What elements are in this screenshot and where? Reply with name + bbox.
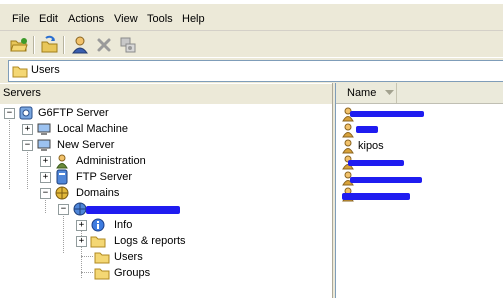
tree-node-logs[interactable]: + Logs & reports bbox=[76, 233, 216, 249]
tree-connector bbox=[63, 213, 64, 253]
toolbar bbox=[0, 30, 503, 58]
tree-label: Info bbox=[114, 219, 133, 231]
tree-node-info[interactable]: + Info bbox=[76, 217, 216, 233]
tree-label: Administration bbox=[76, 155, 146, 167]
menu-actions[interactable]: Actions bbox=[65, 12, 107, 26]
user-icon bbox=[342, 123, 354, 138]
tree-connector bbox=[27, 149, 28, 189]
tree-node-local-machine[interactable]: + Local Machine bbox=[22, 121, 162, 137]
toolbar-separator bbox=[63, 36, 65, 54]
tree-label: Groups bbox=[114, 267, 151, 279]
list-item[interactable] bbox=[340, 186, 500, 202]
user-icon bbox=[72, 36, 88, 54]
properties-button[interactable] bbox=[117, 35, 139, 55]
tree-node-domains[interactable]: − Domains bbox=[40, 185, 180, 201]
servers-pane-header: Servers bbox=[0, 83, 332, 105]
tree-label: Domains bbox=[76, 187, 120, 199]
menu-edit[interactable]: Edit bbox=[36, 12, 61, 26]
menu-view[interactable]: View bbox=[111, 12, 141, 26]
info-icon bbox=[91, 218, 105, 232]
server-tree: − G6FTP Server + Local Machine − New Ser… bbox=[0, 104, 332, 298]
expand-toggle[interactable]: + bbox=[22, 124, 33, 135]
folder-icon bbox=[12, 66, 28, 78]
menu-file[interactable]: File bbox=[9, 12, 33, 26]
menu-tools[interactable]: Tools bbox=[144, 12, 176, 26]
folder-open-icon bbox=[94, 252, 110, 264]
admin-icon bbox=[56, 154, 68, 169]
redaction-scribble bbox=[350, 111, 424, 117]
list-column-header: Name bbox=[336, 83, 503, 104]
list-item[interactable] bbox=[340, 170, 500, 186]
tree-connector bbox=[9, 117, 10, 189]
refresh-button[interactable] bbox=[38, 35, 60, 55]
collapse-toggle[interactable]: − bbox=[4, 108, 15, 119]
tree-label: New Server bbox=[57, 139, 115, 151]
toolbar-separator bbox=[33, 36, 35, 54]
tree-label: Local Machine bbox=[57, 123, 128, 135]
tree-node-domain-redacted[interactable]: − bbox=[58, 201, 198, 217]
list-item[interactable] bbox=[340, 154, 500, 170]
tree-node-root[interactable]: − G6FTP Server bbox=[4, 105, 144, 121]
list-item[interactable]: kipos bbox=[340, 138, 500, 154]
window-top-strip bbox=[0, 0, 503, 4]
redaction-scribble bbox=[86, 206, 180, 214]
menu-bar: File Edit Actions View Tools Help bbox=[0, 6, 503, 30]
user-name: kipos bbox=[358, 140, 384, 152]
tree-node-ftp-server[interactable]: + FTP Server bbox=[40, 169, 180, 185]
open-folder-button[interactable] bbox=[8, 35, 30, 55]
collapse-toggle[interactable]: − bbox=[58, 204, 69, 215]
tree-connector bbox=[81, 256, 93, 257]
user-icon bbox=[342, 139, 354, 154]
menu-help[interactable]: Help bbox=[179, 12, 208, 26]
address-field[interactable]: Users bbox=[8, 60, 503, 82]
redaction-scribble bbox=[350, 177, 422, 183]
delete-button[interactable] bbox=[93, 35, 115, 55]
folder-open-icon bbox=[10, 38, 28, 52]
list-item[interactable] bbox=[340, 122, 500, 138]
redaction-scribble bbox=[348, 160, 404, 166]
collapse-toggle[interactable]: − bbox=[40, 188, 51, 199]
tree-label: G6FTP Server bbox=[38, 107, 109, 119]
list-item[interactable] bbox=[340, 106, 500, 122]
redaction-scribble bbox=[342, 193, 410, 200]
address-path: Users bbox=[31, 64, 60, 76]
computer-icon bbox=[37, 139, 51, 151]
address-bar: Users bbox=[0, 57, 503, 83]
folder-icon bbox=[94, 268, 110, 280]
folder-icon bbox=[90, 236, 106, 248]
expand-toggle[interactable]: + bbox=[76, 220, 87, 231]
tree-label: FTP Server bbox=[76, 171, 133, 183]
collapse-toggle[interactable]: − bbox=[22, 140, 33, 151]
server-icon bbox=[19, 106, 33, 120]
refresh-folder-icon bbox=[41, 35, 58, 53]
expand-toggle[interactable]: + bbox=[76, 236, 87, 247]
users-list-pane: Name kipos bbox=[335, 83, 503, 298]
servers-pane-title: Servers bbox=[3, 87, 41, 99]
tree-label: Users bbox=[114, 251, 143, 263]
expand-toggle[interactable]: + bbox=[40, 156, 51, 167]
ftp-server-icon bbox=[56, 169, 68, 185]
tree-label: Logs & reports bbox=[114, 235, 186, 247]
tree-node-administration[interactable]: + Administration bbox=[40, 153, 180, 169]
expand-toggle[interactable]: + bbox=[40, 172, 51, 183]
tree-node-groups[interactable]: Groups bbox=[94, 265, 174, 281]
tree-node-new-server[interactable]: − New Server bbox=[22, 137, 162, 153]
sort-arrow-icon bbox=[385, 90, 394, 95]
properties-icon bbox=[120, 37, 136, 53]
add-user-button[interactable] bbox=[69, 35, 91, 55]
column-name-header[interactable]: Name bbox=[336, 83, 397, 103]
delete-x-icon bbox=[97, 38, 111, 52]
tree-connector bbox=[81, 272, 93, 273]
column-name-label: Name bbox=[347, 87, 377, 99]
computer-icon bbox=[37, 123, 51, 135]
globe-icon bbox=[55, 186, 69, 200]
tree-node-users[interactable]: Users bbox=[94, 249, 174, 265]
redaction-scribble bbox=[356, 126, 378, 133]
